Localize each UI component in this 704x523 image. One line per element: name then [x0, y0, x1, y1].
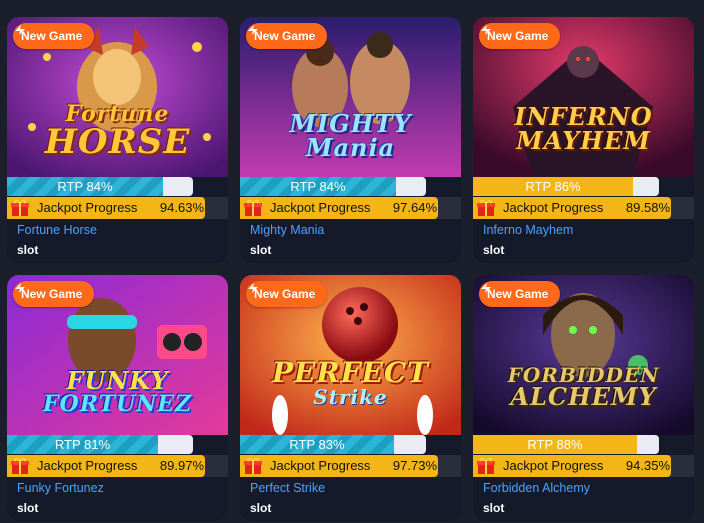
game-type: slot — [17, 501, 39, 515]
logo-line-2: Strike — [313, 385, 388, 409]
game-grid: Fortune HORSE New Game RTP 84% Jackpot P… — [0, 0, 704, 523]
gift-icon — [477, 457, 495, 474]
badge-label: New Game — [21, 29, 83, 43]
logo-line-2: MAYHEM — [516, 126, 651, 155]
lightning-icon — [15, 283, 25, 293]
game-thumbnail[interactable]: INFERNO MAYHEM New Game — [473, 17, 694, 177]
game-thumbnail[interactable]: Fortune HORSE New Game — [7, 17, 228, 177]
jackpot-label: Jackpot Progress — [37, 200, 138, 215]
logo-line-2: Mania — [305, 133, 396, 162]
game-type: slot — [483, 501, 505, 515]
new-game-badge: New Game — [246, 281, 328, 307]
jackpot-progress-row: Jackpot Progress 89.97% — [7, 455, 228, 477]
game-thumbnail[interactable]: PERFECT Strike New Game — [240, 275, 461, 435]
jackpot-progress-row: Jackpot Progress 97.73% — [240, 455, 461, 477]
game-type: slot — [17, 243, 39, 257]
game-type: slot — [250, 243, 272, 257]
rtp-label: RTP 86% — [525, 179, 581, 194]
game-title[interactable]: Forbidden Alchemy — [483, 481, 590, 495]
game-title[interactable]: Fortune Horse — [17, 223, 97, 237]
badge-label: New Game — [21, 287, 83, 301]
jackpot-label: Jackpot Progress — [270, 200, 371, 215]
logo-line-2: HORSE — [44, 122, 191, 162]
game-title[interactable]: Mighty Mania — [250, 223, 324, 237]
rtp-bar: RTP 84% — [240, 177, 426, 196]
jackpot-value: 97.64% — [392, 200, 437, 215]
jackpot-value: 97.73% — [392, 458, 437, 473]
game-card-mighty-mania[interactable]: MIGHTY Mania New Game RTP 84% Jackpot Pr… — [240, 17, 461, 263]
jackpot-label: Jackpot Progress — [37, 458, 138, 473]
logo-line-2: ALCHEMY — [510, 382, 657, 411]
game-thumbnail[interactable]: MIGHTY Mania New Game — [240, 17, 461, 177]
jackpot-label: Jackpot Progress — [503, 200, 604, 215]
rtp-bar: RTP 88% — [473, 435, 659, 454]
jackpot-progress-row: Jackpot Progress 94.35% — [473, 455, 694, 477]
new-game-badge: New Game — [479, 23, 561, 49]
jackpot-value: 89.97% — [159, 458, 204, 473]
gift-icon — [244, 457, 262, 474]
jackpot-value: 89.58% — [625, 200, 670, 215]
rtp-label: RTP 88% — [527, 437, 583, 452]
game-title[interactable]: Funky Fortunez — [17, 481, 104, 495]
gift-icon — [11, 457, 29, 474]
jackpot-value: 94.35% — [625, 458, 670, 473]
game-card-fortune-horse[interactable]: Fortune HORSE New Game RTP 84% Jackpot P… — [7, 17, 228, 263]
game-card-inferno-mayhem[interactable]: INFERNO MAYHEM New Game RTP 86% Jackpot … — [473, 17, 694, 263]
jackpot-value: 94.63% — [159, 200, 204, 215]
jackpot-label: Jackpot Progress — [503, 458, 604, 473]
jackpot-label: Jackpot Progress — [270, 458, 371, 473]
game-title[interactable]: Perfect Strike — [250, 481, 325, 495]
jackpot-progress-row: Jackpot Progress 97.64% — [240, 197, 461, 219]
game-type: slot — [483, 243, 505, 257]
rtp-bar: RTP 83% — [240, 435, 426, 454]
lightning-icon — [481, 25, 491, 35]
jackpot-progress-row: Jackpot Progress 94.63% — [7, 197, 228, 219]
badge-label: New Game — [487, 29, 549, 43]
game-type: slot — [250, 501, 272, 515]
rtp-label: RTP 84% — [290, 179, 346, 194]
gift-icon — [244, 199, 262, 216]
game-card-perfect-strike[interactable]: PERFECT Strike New Game RTP 83% Jackpot … — [240, 275, 461, 521]
rtp-bar: RTP 81% — [7, 435, 193, 454]
gift-icon — [477, 199, 495, 216]
badge-label: New Game — [254, 287, 316, 301]
rtp-label: RTP 81% — [54, 437, 111, 452]
lightning-icon — [481, 283, 491, 293]
new-game-badge: New Game — [479, 281, 561, 307]
rtp-bar: RTP 84% — [7, 177, 193, 196]
badge-label: New Game — [487, 287, 549, 301]
badge-label: New Game — [254, 29, 316, 43]
lightning-icon — [248, 283, 258, 293]
new-game-badge: New Game — [13, 281, 95, 307]
lightning-icon — [248, 25, 258, 35]
game-card-funky-fortunez[interactable]: FUNKY FORTUNEZ New Game RTP 81% Jackpot … — [7, 275, 228, 521]
game-thumbnail[interactable]: FORBIDDEN ALCHEMY New Game — [473, 275, 694, 435]
lightning-icon — [15, 25, 25, 35]
logo-line-1: FUNKY — [66, 366, 169, 395]
rtp-label: RTP 84% — [57, 179, 113, 194]
game-title[interactable]: Inferno Mayhem — [483, 223, 573, 237]
new-game-badge: New Game — [13, 23, 95, 49]
gift-icon — [11, 199, 29, 216]
game-thumbnail[interactable]: FUNKY FORTUNEZ New Game — [7, 275, 228, 435]
jackpot-progress-row: Jackpot Progress 89.58% — [473, 197, 694, 219]
rtp-label: RTP 83% — [289, 437, 345, 452]
game-card-forbidden-alchemy[interactable]: FORBIDDEN ALCHEMY New Game RTP 88% Jackp… — [473, 275, 694, 521]
logo-line-1: PERFECT — [271, 356, 429, 389]
new-game-badge: New Game — [246, 23, 328, 49]
rtp-bar: RTP 86% — [473, 177, 659, 196]
logo-line-2: FORTUNEZ — [42, 391, 193, 417]
